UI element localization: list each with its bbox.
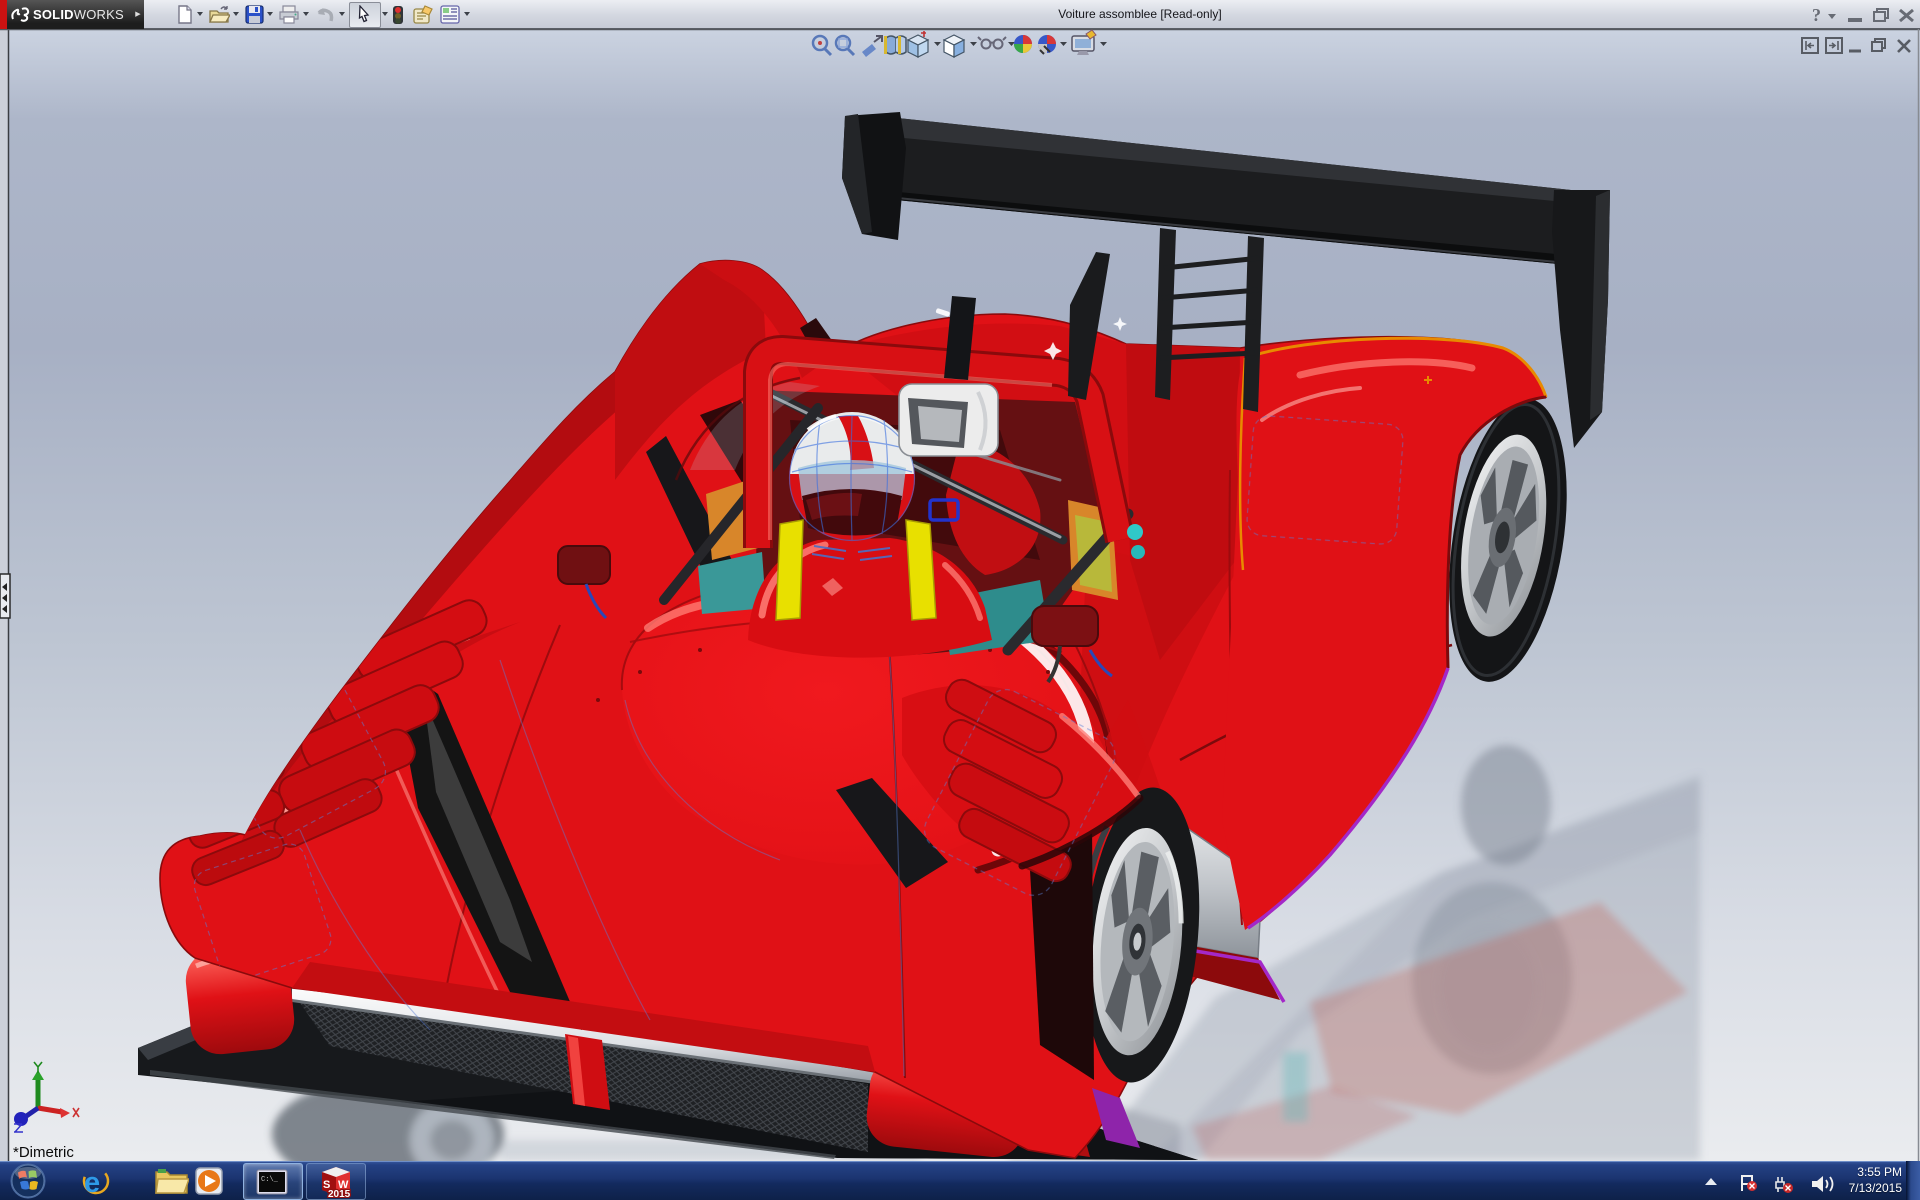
svg-text:e: e bbox=[84, 1167, 100, 1196]
svg-text:2015: 2015 bbox=[328, 1189, 351, 1198]
svg-text:C:\_: C:\_ bbox=[261, 1176, 279, 1184]
svg-text:?: ? bbox=[1812, 5, 1821, 25]
svg-text:*Dimetric: *Dimetric bbox=[13, 1144, 74, 1161]
